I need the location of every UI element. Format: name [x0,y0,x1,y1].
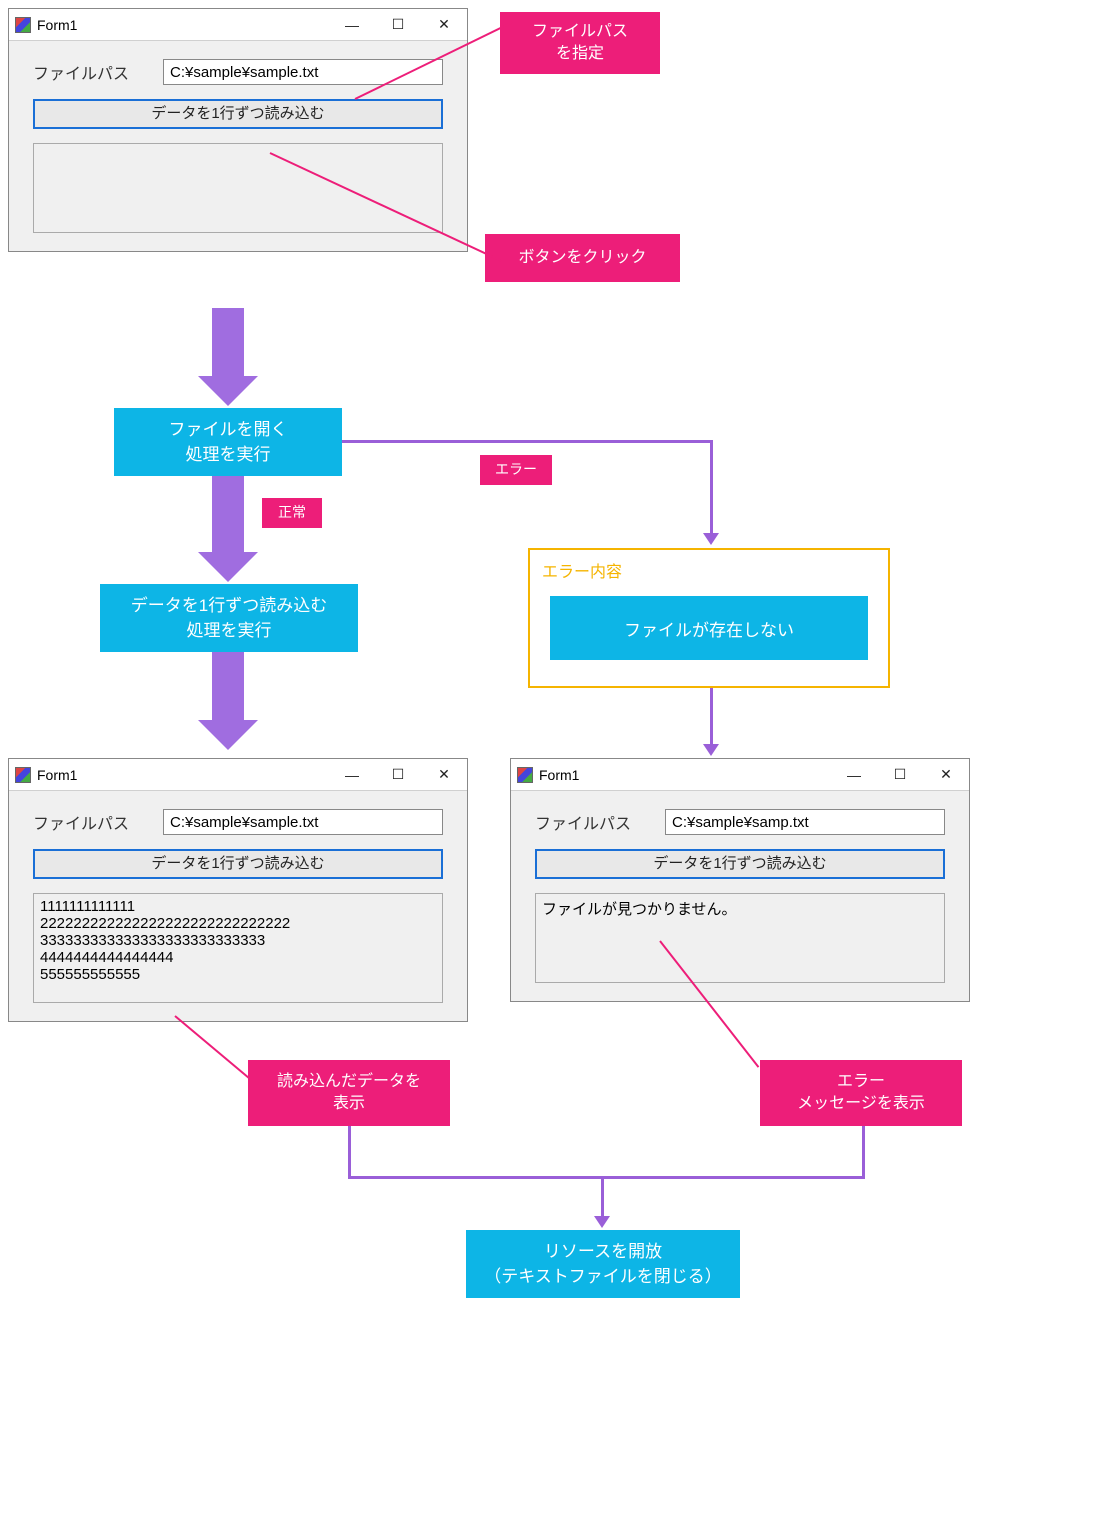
connector [348,1176,865,1179]
filepath-label: ファイルパス [33,810,163,834]
maximize-button[interactable]: ☐ [375,9,421,41]
tag-normal: 正常 [262,498,322,528]
output-area: 1111111111111 22222222222222222222222222… [33,893,443,1003]
connector [601,1176,604,1218]
connector [710,688,713,746]
titlebar: Form1 — ☐ ✕ [9,759,467,791]
filepath-label: ファイルパス [535,810,665,834]
filepath-input[interactable] [163,809,443,835]
minimize-button[interactable]: — [329,9,375,41]
callout-show-error: エラー メッセージを表示 [760,1060,962,1126]
form-error: Form1 — ☐ ✕ ファイルパス データを1行ずつ読み込む ファイルが見つか… [510,758,970,1002]
filepath-input[interactable] [665,809,945,835]
flow-open-file: ファイルを開く 処理を実行 [114,408,342,476]
window-title: Form1 [37,767,329,783]
app-icon [15,767,31,783]
maximize-button[interactable]: ☐ [877,759,923,791]
app-icon [517,767,533,783]
filepath-input[interactable] [163,59,443,85]
maximize-button[interactable]: ☐ [375,759,421,791]
output-area: ファイルが見つかりません。 [535,893,945,983]
minimize-button[interactable]: — [329,759,375,791]
error-item: ファイルが存在しない [550,596,868,660]
close-button[interactable]: ✕ [923,759,969,791]
read-button[interactable]: データを1行ずつ読み込む [33,849,443,879]
read-button[interactable]: データを1行ずつ読み込む [33,99,443,129]
tag-error: エラー [480,455,552,485]
flow-read-data: データを1行ずつ読み込む 処理を実行 [100,584,358,652]
filepath-label: ファイルパス [33,60,163,84]
form-success: Form1 — ☐ ✕ ファイルパス データを1行ずつ読み込む 11111111… [8,758,468,1022]
flow-arrow-icon [212,476,244,554]
connector [710,440,713,535]
window-title: Form1 [539,767,831,783]
app-icon [15,17,31,33]
read-button[interactable]: データを1行ずつ読み込む [535,849,945,879]
connector [342,440,712,443]
callout-filepath: ファイルパス を指定 [500,12,660,74]
form-top: Form1 — ☐ ✕ ファイルパス データを1行ずつ読み込む [8,8,468,252]
callout-click: ボタンをクリック [485,234,680,282]
error-panel: エラー内容 ファイルが存在しない [528,548,890,688]
window-title: Form1 [37,17,329,33]
flow-arrow-icon [212,308,244,378]
callout-line [174,1015,252,1081]
callout-show-data: 読み込んだデータを 表示 [248,1060,450,1126]
flow-arrow-icon [212,652,244,722]
titlebar: Form1 — ☐ ✕ [511,759,969,791]
flow-release: リソースを開放 （テキストファイルを閉じる） [466,1230,740,1298]
titlebar: Form1 — ☐ ✕ [9,9,467,41]
close-button[interactable]: ✕ [421,9,467,41]
close-button[interactable]: ✕ [421,759,467,791]
error-panel-title: エラー内容 [530,550,888,586]
connector [862,1126,865,1176]
output-area [33,143,443,233]
connector [348,1126,351,1176]
minimize-button[interactable]: — [831,759,877,791]
